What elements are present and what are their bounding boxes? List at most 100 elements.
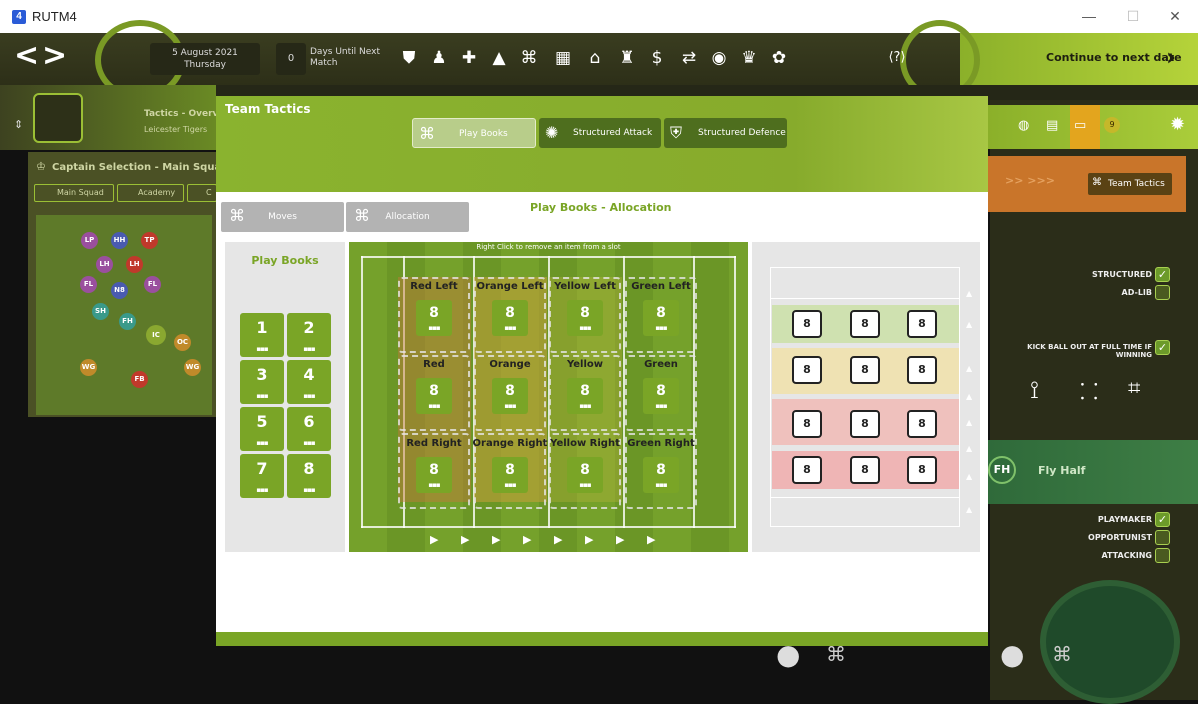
medical-icon[interactable]: ✚ [458,47,480,69]
player-dot[interactable]: HH [111,232,128,249]
playbook-button[interactable]: 7 ▪▪▪ [240,454,284,498]
minimize-button[interactable]: — [1078,6,1100,26]
allocation-slot[interactable]: 8 [792,410,822,438]
playmaker-checkbox[interactable]: ✓ [1155,512,1170,527]
continue-arrow-icon[interactable]: › [1166,43,1176,71]
playbook-button[interactable]: 3 ▪▪▪ [240,360,284,404]
squad-tab-other[interactable]: C [187,184,217,202]
slot-playbook[interactable]: 8 ▪▪▪ [567,300,603,336]
allocation-slot[interactable]: 8 [850,356,880,384]
play-arrow-icon[interactable]: ▶ [647,533,655,546]
tactics-icon[interactable]: ⌘ [518,47,540,69]
allocation-slot[interactable]: 8 [792,456,822,484]
player-dot[interactable]: WG [184,359,201,376]
help-icon[interactable]: ⟨?⟩ [886,47,908,69]
gear-icon[interactable]: ✹ [1170,114,1185,135]
expand-icon[interactable]: ⇕ [14,118,23,131]
subtab-moves[interactable]: ⌘ Moves [221,202,344,232]
shield-icon[interactable]: ⛊ [398,47,420,69]
kick-out-checkbox[interactable]: ✓ [1155,340,1170,355]
playbook-button[interactable]: 2 ▪▪▪ [287,313,331,357]
adlib-checkbox[interactable] [1155,285,1170,300]
close-button[interactable]: ✕ [1164,6,1186,26]
slot-playbook[interactable]: 8 ▪▪▪ [643,378,679,414]
player-dot[interactable]: FL [80,276,97,293]
player-dot[interactable]: SH [92,303,109,320]
allocation-slot[interactable]: 8 [850,310,880,338]
slot-playbook[interactable]: 8 ▪▪▪ [643,300,679,336]
squad-icon[interactable]: ♜ [616,47,638,69]
player-dot[interactable]: LP [81,232,98,249]
tab-structured-attack[interactable]: ✺ Structured Attack [539,118,661,148]
play-arrow-icon[interactable]: ▶ [616,533,624,546]
slot-playbook[interactable]: 8 ▪▪▪ [567,457,603,493]
maximize-button[interactable]: ☐ [1122,6,1144,26]
back-arrow-icon[interactable]: < [14,41,39,71]
slot-playbook[interactable]: 8 ▪▪▪ [567,378,603,414]
squad-tab-main[interactable]: Main Squad [34,184,114,202]
globe-icon[interactable]: ◍ [1018,118,1029,133]
allocation-slot[interactable]: 8 [907,456,937,484]
scout-icon[interactable]: ◉ [708,47,730,69]
slot-playbook[interactable]: 8 ▪▪▪ [643,457,679,493]
allocation-slot[interactable]: 8 [907,410,937,438]
allocation-slot[interactable]: 8 [792,356,822,384]
play-arrow-icon[interactable]: ▶ [430,533,438,546]
allocation-slot[interactable]: 8 [907,356,937,384]
slot-playbook[interactable]: 8 ▪▪▪ [492,300,528,336]
notes-icon[interactable]: ▤ [1046,118,1058,133]
slot-playbook[interactable]: 8 ▪▪▪ [416,378,452,414]
player-dot[interactable]: FH [119,313,136,330]
allocation-slot[interactable]: 8 [907,310,937,338]
play-arrow-icon[interactable]: ▶ [523,533,531,546]
inbox-icon[interactable]: ▭ [1074,118,1086,133]
playbook-number: 1 [256,318,268,337]
player-dot[interactable]: TP [141,232,158,249]
player-dot[interactable]: LH [126,256,143,273]
playbook-button[interactable]: 6 ▪▪▪ [287,407,331,451]
slot-playbook[interactable]: 8 ▪▪▪ [416,300,452,336]
transfer-icon[interactable]: ⇄ [678,47,700,69]
slot-playbook[interactable]: 8 ▪▪▪ [492,378,528,414]
tab-play-books[interactable]: ⌘ Play Books [412,118,536,148]
route-icon[interactable]: ⟟ [1030,376,1039,404]
player-dot[interactable]: FL [144,276,161,293]
calendar-icon[interactable]: ▦ [552,47,574,69]
player-dot[interactable]: LH [96,256,113,273]
play-arrow-icon[interactable]: ▶ [492,533,500,546]
play-arrow-icon[interactable]: ▶ [461,533,469,546]
player-dot[interactable]: FB [131,371,148,388]
player-dot[interactable]: WG [80,359,97,376]
allocation-slot[interactable]: 8 [850,410,880,438]
home-icon[interactable]: ⌂ [584,47,606,69]
grid-icon[interactable]: ⌗ [1128,376,1140,401]
playbook-button[interactable]: 5 ▪▪▪ [240,407,284,451]
trophy-icon[interactable]: ♛ [738,47,760,69]
subtab-allocation[interactable]: ⌘ Allocation [346,202,469,232]
playbook-button[interactable]: 8 ▪▪▪ [287,454,331,498]
playbook-button[interactable]: 4 ▪▪▪ [287,360,331,404]
squad-tab-academy[interactable]: Academy [117,184,184,202]
forward-arrow-icon[interactable]: > [42,41,67,71]
training-icon[interactable]: ▲ [488,47,510,69]
settings-icon[interactable]: ✿ [768,47,790,69]
playbook-button[interactable]: 1 ▪▪▪ [240,313,284,357]
allocation-slot[interactable]: 8 [850,456,880,484]
player-dot[interactable]: N8 [111,282,128,299]
opportunist-checkbox[interactable] [1155,530,1170,545]
attacking-checkbox[interactable] [1155,548,1170,563]
slot-playbook[interactable]: 8 ▪▪▪ [492,457,528,493]
allocation-divider [770,298,960,299]
formation-icon[interactable]: ⸬ [1080,376,1098,406]
slot-playbook[interactable]: 8 ▪▪▪ [416,457,452,493]
finance-icon[interactable]: $ [646,47,668,69]
play-arrow-icon[interactable]: ▶ [585,533,593,546]
play-arrow-icon[interactable]: ▶ [554,533,562,546]
continue-button[interactable]: Continue to next date [1046,51,1182,64]
player-dot[interactable]: IC [146,325,166,345]
staff-icon[interactable]: ♟ [428,47,450,69]
structured-checkbox[interactable]: ✓ [1155,267,1170,282]
player-dot[interactable]: OC [174,334,191,351]
allocation-slot[interactable]: 8 [792,310,822,338]
tab-structured-defence[interactable]: ⛨ Structured Defence [664,118,787,148]
